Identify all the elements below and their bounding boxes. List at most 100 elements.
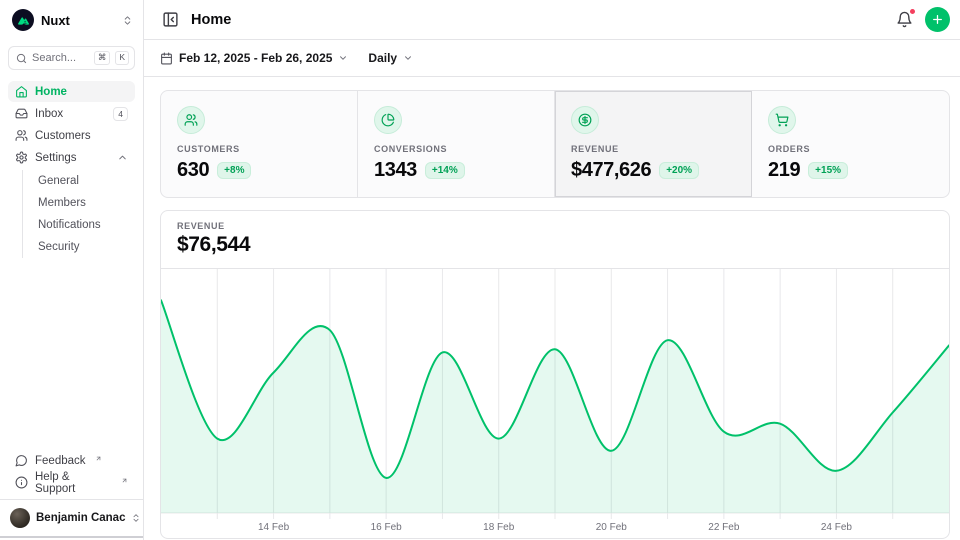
- inbox-count-badge: 4: [113, 107, 128, 121]
- stat-card-customers[interactable]: CUSTOMERS 630 +8%: [161, 91, 358, 197]
- sidebar-item-home[interactable]: Home: [8, 81, 135, 102]
- gear-icon: [15, 151, 28, 164]
- svg-text:16 Feb: 16 Feb: [371, 522, 403, 533]
- stat-card-orders[interactable]: ORDERS 219 +15%: [752, 91, 949, 197]
- workspace-switcher[interactable]: Nuxt: [0, 0, 143, 39]
- header-actions: [894, 7, 950, 32]
- svg-text:18 Feb: 18 Feb: [483, 522, 515, 533]
- stat-delta-badge: +15%: [808, 162, 848, 179]
- plus-icon: [931, 13, 944, 26]
- sidebar-item-customers[interactable]: Customers: [8, 125, 135, 146]
- kbd-meta: ⌘: [94, 51, 111, 64]
- chevron-down-icon: [338, 53, 348, 63]
- home-icon: [15, 85, 28, 98]
- stat-value: 630: [177, 159, 209, 182]
- calendar-icon: [160, 52, 173, 65]
- main-area: Home Feb 12,: [144, 0, 960, 540]
- page-content: CUSTOMERS 630 +8% CONVERSIONS 1343 +14%: [144, 77, 960, 540]
- kbd-k: K: [115, 51, 129, 64]
- settings-subnav: General Members Notifications Security: [22, 170, 135, 258]
- sidebar-item-members[interactable]: Members: [23, 192, 135, 214]
- sidebar-item-security[interactable]: Security: [23, 236, 135, 258]
- dashboard-app: Nuxt Search... ⌘ K Home: [0, 0, 960, 540]
- chevron-up-icon: [117, 152, 128, 163]
- stat-delta-badge: +20%: [659, 162, 699, 179]
- info-circle-icon: [15, 476, 28, 489]
- search-placeholder: Search...: [32, 52, 89, 64]
- sidebar: Nuxt Search... ⌘ K Home: [0, 0, 144, 540]
- stat-card-conversions[interactable]: CONVERSIONS 1343 +14%: [358, 91, 555, 197]
- external-link-icon: [95, 455, 102, 462]
- sidebar-item-general[interactable]: General: [23, 170, 135, 192]
- search-icon: [16, 53, 27, 64]
- date-range-value: Feb 12, 2025 - Feb 26, 2025: [179, 51, 332, 65]
- period-value: Daily: [368, 51, 397, 65]
- users-icon: [15, 129, 28, 142]
- sidebar-item-label: Customers: [35, 130, 91, 142]
- subnav-label: Notifications: [38, 219, 101, 231]
- subnav-label: Members: [38, 197, 86, 209]
- users-icon: [177, 106, 205, 134]
- notifications-button[interactable]: [894, 9, 915, 30]
- sidebar-nav: Home Inbox 4 Customers Settings: [0, 81, 143, 259]
- message-circle-icon: [15, 454, 28, 467]
- page-title: Home: [191, 12, 231, 28]
- sidebar-bottom-edge: [0, 536, 143, 538]
- stat-label: CONVERSIONS: [374, 144, 538, 154]
- pie-chart-icon: [374, 106, 402, 134]
- date-range-picker[interactable]: Feb 12, 2025 - Feb 26, 2025: [160, 51, 348, 65]
- sidebar-collapse-button[interactable]: [160, 9, 181, 30]
- dollar-circle-icon: [571, 106, 599, 134]
- subnav-label: General: [38, 175, 79, 187]
- add-button[interactable]: [925, 7, 950, 32]
- stat-label: REVENUE: [571, 144, 735, 154]
- subnav-label: Security: [38, 241, 80, 253]
- chevron-down-icon: [403, 53, 413, 63]
- panel-left-close-icon: [162, 11, 179, 28]
- revenue-chart-card: REVENUE $76,544 14 Feb 16 Feb 18 Feb 20 Feb…: [160, 210, 950, 539]
- workspace-name: Nuxt: [41, 13, 70, 28]
- stats-grid: CUSTOMERS 630 +8% CONVERSIONS 1343 +14%: [160, 90, 950, 198]
- stat-card-revenue[interactable]: REVENUE $477,626 +20%: [555, 91, 752, 197]
- sidebar-item-label: Help & Support: [35, 471, 112, 495]
- chart-header: REVENUE $76,544: [161, 211, 949, 269]
- chart-label: REVENUE: [177, 221, 933, 231]
- avatar: [10, 508, 30, 528]
- sidebar-item-inbox[interactable]: Inbox 4: [8, 103, 135, 124]
- page-header: Home: [144, 0, 960, 40]
- nuxt-logo-icon: [12, 9, 34, 31]
- notification-dot: [909, 8, 916, 15]
- stat-delta-badge: +14%: [425, 162, 465, 179]
- sidebar-footer: Feedback Help & Support Benjamin Canac: [0, 450, 143, 540]
- sidebar-item-label: Settings: [35, 152, 77, 164]
- sidebar-item-notifications[interactable]: Notifications: [23, 214, 135, 236]
- chevrons-up-down-icon: [122, 15, 133, 26]
- svg-text:22 Feb: 22 Feb: [708, 522, 740, 533]
- filter-toolbar: Feb 12, 2025 - Feb 26, 2025 Daily: [144, 40, 960, 77]
- shopping-cart-icon: [768, 106, 796, 134]
- user-menu[interactable]: Benjamin Canac: [0, 499, 143, 536]
- stat-value: $477,626: [571, 159, 651, 182]
- stat-value: 219: [768, 159, 800, 182]
- sidebar-item-label: Home: [35, 86, 67, 98]
- sidebar-item-help-support[interactable]: Help & Support: [8, 472, 135, 493]
- external-link-icon: [121, 477, 128, 484]
- revenue-chart[interactable]: 14 Feb 16 Feb 18 Feb 20 Feb 22 Feb 24 Feb: [161, 269, 949, 538]
- search-input[interactable]: Search... ⌘ K: [8, 46, 135, 70]
- sidebar-item-label: Inbox: [35, 108, 63, 120]
- stat-label: ORDERS: [768, 144, 933, 154]
- stat-label: CUSTOMERS: [177, 144, 341, 154]
- inbox-icon: [15, 107, 28, 120]
- user-name: Benjamin Canac: [36, 512, 125, 524]
- stat-value: 1343: [374, 159, 417, 182]
- chevrons-up-down-icon: [131, 513, 141, 523]
- svg-text:14 Feb: 14 Feb: [258, 522, 290, 533]
- chart-total-value: $76,544: [177, 233, 933, 257]
- sidebar-item-feedback[interactable]: Feedback: [8, 450, 135, 471]
- sidebar-item-label: Feedback: [35, 455, 86, 467]
- stat-delta-badge: +8%: [217, 162, 251, 179]
- svg-text:20 Feb: 20 Feb: [596, 522, 628, 533]
- sidebar-item-settings[interactable]: Settings: [8, 147, 135, 168]
- svg-text:24 Feb: 24 Feb: [821, 522, 853, 533]
- period-select[interactable]: Daily: [368, 51, 413, 65]
